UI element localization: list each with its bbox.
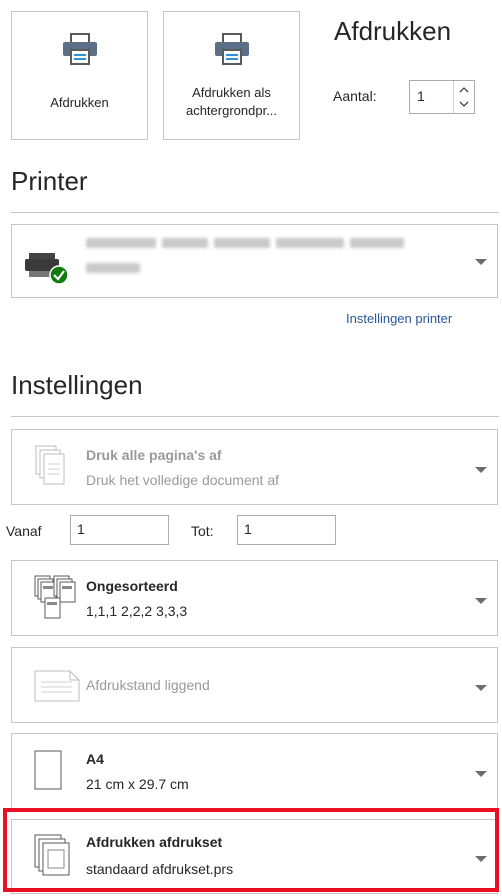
pages-dropdown-subtitle: Druk het volledige document af (86, 472, 279, 488)
to-value: 1 (244, 521, 252, 537)
print-background-label-line2: achtergrondpr... (185, 103, 278, 118)
print-button[interactable]: Afdrukken (11, 11, 148, 140)
orientation-dropdown-title: Afdrukstand liggend (86, 677, 210, 693)
landscape-page-icon (34, 670, 80, 707)
divider (11, 212, 499, 213)
orientation-dropdown[interactable]: Afdrukstand liggend (11, 647, 498, 723)
printer-icon (213, 32, 251, 69)
copies-stepper[interactable]: 1 (409, 80, 475, 114)
from-input[interactable]: 1 (70, 515, 169, 545)
portrait-page-icon (34, 750, 64, 797)
divider (11, 416, 499, 417)
printer-ready-icon (25, 249, 73, 290)
print-button-label: Afdrukken (50, 95, 109, 110)
copies-label: Aantal: (333, 88, 377, 104)
paper-size-title: A4 (86, 751, 104, 767)
to-input[interactable]: 1 (237, 515, 336, 545)
chevron-down-icon[interactable] (459, 101, 469, 107)
collate-dropdown-subtitle: 1,1,1 2,2,2 3,3,3 (86, 603, 188, 619)
chevron-down-icon (475, 598, 487, 604)
chevron-down-icon (475, 771, 487, 777)
paper-size-subtitle: 21 cm x 29.7 cm (86, 776, 189, 792)
paper-size-dropdown[interactable]: A4 21 cm x 29.7 cm (11, 733, 498, 809)
print-background-label-line1: Afdrukken als (192, 85, 271, 100)
to-label: Tot: (191, 523, 214, 539)
chevron-down-icon (475, 685, 487, 691)
chevron-down-icon (475, 259, 487, 265)
collate-dropdown-title: Ongesorteerd (86, 578, 178, 594)
pages-dropdown[interactable]: Druk alle pagina's af Druk het volledige… (11, 429, 498, 505)
chevron-down-icon (475, 467, 487, 473)
stepper-buttons[interactable] (453, 81, 474, 113)
printer-section-title: Printer (11, 166, 88, 196)
printer-dropdown[interactable] (11, 224, 498, 298)
from-value: 1 (77, 521, 85, 537)
copies-value: 1 (417, 88, 425, 104)
chevron-up-icon[interactable] (459, 87, 469, 93)
collate-dropdown[interactable]: Ongesorteerd 1,1,1 2,2,2 3,3,3 (11, 560, 498, 636)
from-label: Vanaf (6, 523, 42, 539)
pages-stack-icon (34, 444, 68, 493)
printer-settings-link[interactable]: Instellingen printer (346, 311, 452, 326)
page-title: Afdrukken (334, 16, 452, 46)
printer-icon (61, 32, 99, 69)
pages-dropdown-title: Druk alle pagina's af (86, 447, 222, 463)
highlight-frame (3, 808, 499, 892)
settings-section-title: Instellingen (11, 370, 143, 400)
uncollated-icon (34, 574, 76, 625)
print-background-button[interactable]: Afdrukken als achtergrondpr... (163, 11, 300, 140)
